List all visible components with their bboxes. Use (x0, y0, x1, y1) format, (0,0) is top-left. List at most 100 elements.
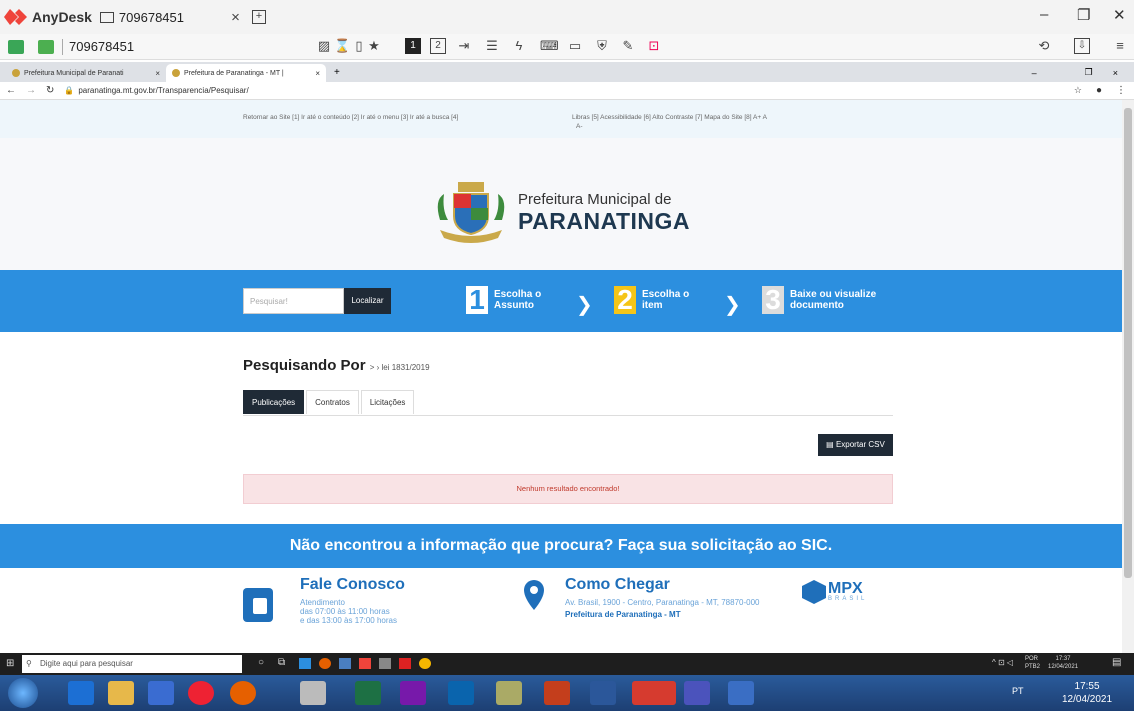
display-icon[interactable]: ▭ (567, 38, 583, 54)
scrollbar-thumb[interactable] (1124, 108, 1132, 578)
windows-orb-icon[interactable] (8, 678, 38, 708)
browser-restore-icon[interactable]: ❐ (1085, 67, 1093, 78)
firefox-icon[interactable] (230, 681, 256, 705)
teams-icon[interactable] (684, 681, 710, 705)
network-app-icon[interactable] (339, 658, 351, 669)
clock-date: 12/04/2021 (1048, 664, 1079, 670)
font-decrease-link[interactable]: A- (576, 123, 583, 130)
profile-icon[interactable]: ● (1096, 85, 1102, 96)
clock-time: 17:37 (1055, 656, 1071, 662)
onenote-icon[interactable] (400, 681, 426, 705)
url-field[interactable]: paranatinga.mt.gov.br/Transparencia/Pesq… (78, 86, 248, 95)
browser-minimize-icon[interactable]: – (1032, 68, 1037, 78)
chat-icon[interactable]: ☰ (484, 38, 500, 54)
accessibility-tools-links[interactable]: Libras [5] Acessibilidade [6] Alto Contr… (572, 114, 767, 121)
browser-tab-1[interactable]: Prefeitura Municipal de Paranati × (6, 64, 166, 82)
file-icon: ▤ (826, 440, 836, 449)
site-brand[interactable]: Prefeitura Municipal de PARANATINGA (432, 180, 690, 246)
step-number: 2 (614, 286, 636, 314)
fax-phone-icon (243, 588, 273, 622)
monitor-2-button[interactable]: 2 (430, 38, 446, 54)
browser-tab-2[interactable]: Prefeitura de Paranatinga - MT | × (166, 64, 326, 82)
lang-code: POR (1025, 656, 1039, 662)
local-language[interactable]: PT (1012, 686, 1024, 696)
taskbar-search-input[interactable]: ⚲ Digite aqui para pesquisar (22, 655, 242, 673)
powerpoint-icon[interactable] (544, 681, 570, 705)
no-results-alert: Nenhum resultado encontrado! (243, 474, 893, 504)
task-view-icon[interactable]: ⧉ (278, 657, 285, 668)
tab-contratos[interactable]: Contratos (306, 390, 359, 414)
browser-close-icon[interactable]: × (1113, 68, 1118, 78)
forward-icon[interactable]: → (26, 85, 36, 96)
minimize-icon[interactable]: – (1040, 6, 1048, 23)
input-language[interactable]: POR PTB2 (1025, 655, 1040, 671)
bookmark-star-icon[interactable]: ☆ (1074, 85, 1082, 96)
file-explorer-icon[interactable] (108, 681, 134, 705)
media-player-icon[interactable] (148, 681, 174, 705)
mail-app-icon[interactable] (299, 658, 311, 669)
security-shield-icon[interactable] (728, 681, 754, 705)
remote-clock[interactable]: 17:37 12/04/2021 (1048, 655, 1078, 671)
layout-code: PTB2 (1025, 664, 1041, 670)
file-transfer-icon[interactable]: ⇩ (1074, 38, 1090, 54)
anydesk-taskbar-icon[interactable] (359, 658, 371, 669)
export-csv-button[interactable]: ▤ Exportar CSV (818, 434, 893, 456)
sic-banner[interactable]: Não encontrou a informação que procura? … (0, 524, 1122, 568)
permissions-shield-icon[interactable]: ⛨ (594, 38, 610, 54)
notifications-icon[interactable]: ▤ (1112, 657, 1121, 668)
tab-publicacoes[interactable]: Publicações (243, 390, 305, 414)
contact-line: Atendimento (300, 598, 345, 607)
anydesk-session-tab[interactable]: 709678451 × (99, 4, 240, 30)
favorite-star-icon[interactable]: ★ (366, 38, 382, 54)
internet-explorer-icon[interactable] (68, 681, 94, 705)
windows-start-icon[interactable]: ⊞ (6, 658, 14, 669)
new-tab-button[interactable]: + (334, 67, 340, 78)
whiteboard-pen-icon[interactable]: ✎ (620, 38, 636, 54)
tab-licitacoes[interactable]: Licitações (360, 390, 415, 414)
menu-icon[interactable]: ≡ (1112, 38, 1128, 54)
browser-tab-label: Prefeitura Municipal de Paranati (24, 69, 124, 77)
calculator-icon[interactable] (379, 658, 391, 669)
restore-icon[interactable]: ❐ (1077, 6, 1090, 24)
record-session-icon[interactable]: ⊡ (646, 38, 662, 54)
calculator-icon[interactable] (300, 681, 326, 705)
history-icon[interactable]: ⟲ (1036, 38, 1052, 54)
firefox-icon[interactable] (319, 658, 331, 669)
chevron-right-icon: ❯ (724, 294, 741, 316)
monitor-1-button[interactable]: 1 (405, 38, 421, 54)
word-icon[interactable] (590, 681, 616, 705)
close-tab-icon[interactable]: × (231, 9, 240, 26)
hourglass-icon[interactable]: ⌛ (334, 38, 350, 54)
step-number: 3 (762, 286, 784, 314)
tray-icons[interactable]: ^ ⊡ ◁ (992, 658, 1013, 667)
lock-icon[interactable]: ▯ (351, 38, 367, 54)
chrome-taskbar-icon[interactable] (419, 658, 431, 669)
step-number: 1 (466, 286, 488, 314)
actions-icon[interactable]: ϟ (511, 38, 527, 54)
switch-sides-icon[interactable]: ⇥ (456, 38, 472, 54)
back-icon[interactable]: ← (6, 85, 16, 96)
pdf-reader-icon[interactable] (399, 658, 411, 669)
excel-icon[interactable] (355, 681, 381, 705)
page-scrollbar[interactable] (1122, 100, 1134, 653)
local-clock[interactable]: 17:55 12/04/2021 (1062, 680, 1112, 706)
close-window-icon[interactable]: ✕ (1113, 6, 1126, 24)
anydesk-logo-icon (4, 7, 32, 27)
mpx-logo[interactable]: MPX BRASIL (802, 580, 867, 604)
anydesk-local-icon[interactable] (632, 681, 676, 705)
screenshot-icon[interactable]: ▨ (316, 38, 332, 54)
accessibility-nav-links[interactable]: Retornar ao Site [1] Ir até o conteúdo [… (243, 114, 458, 121)
search-button[interactable]: Localizar (344, 288, 391, 314)
close-tab-icon[interactable]: × (315, 69, 320, 78)
reload-icon[interactable]: ↻ (46, 85, 54, 96)
cortana-icon[interactable]: ○ (258, 657, 264, 668)
new-session-icon[interactable]: + (251, 10, 266, 24)
close-tab-icon[interactable]: × (155, 69, 160, 78)
snipping-tool-icon[interactable] (496, 681, 522, 705)
search-input[interactable]: Pesquisar! (243, 288, 344, 314)
browser-menu-icon[interactable]: ⋮ (1116, 85, 1126, 96)
outlook-icon[interactable] (448, 681, 474, 705)
keyboard-icon[interactable]: ⌨ (540, 38, 559, 54)
system-tray-icons[interactable] (800, 681, 1000, 705)
chrome-icon[interactable] (188, 681, 214, 705)
